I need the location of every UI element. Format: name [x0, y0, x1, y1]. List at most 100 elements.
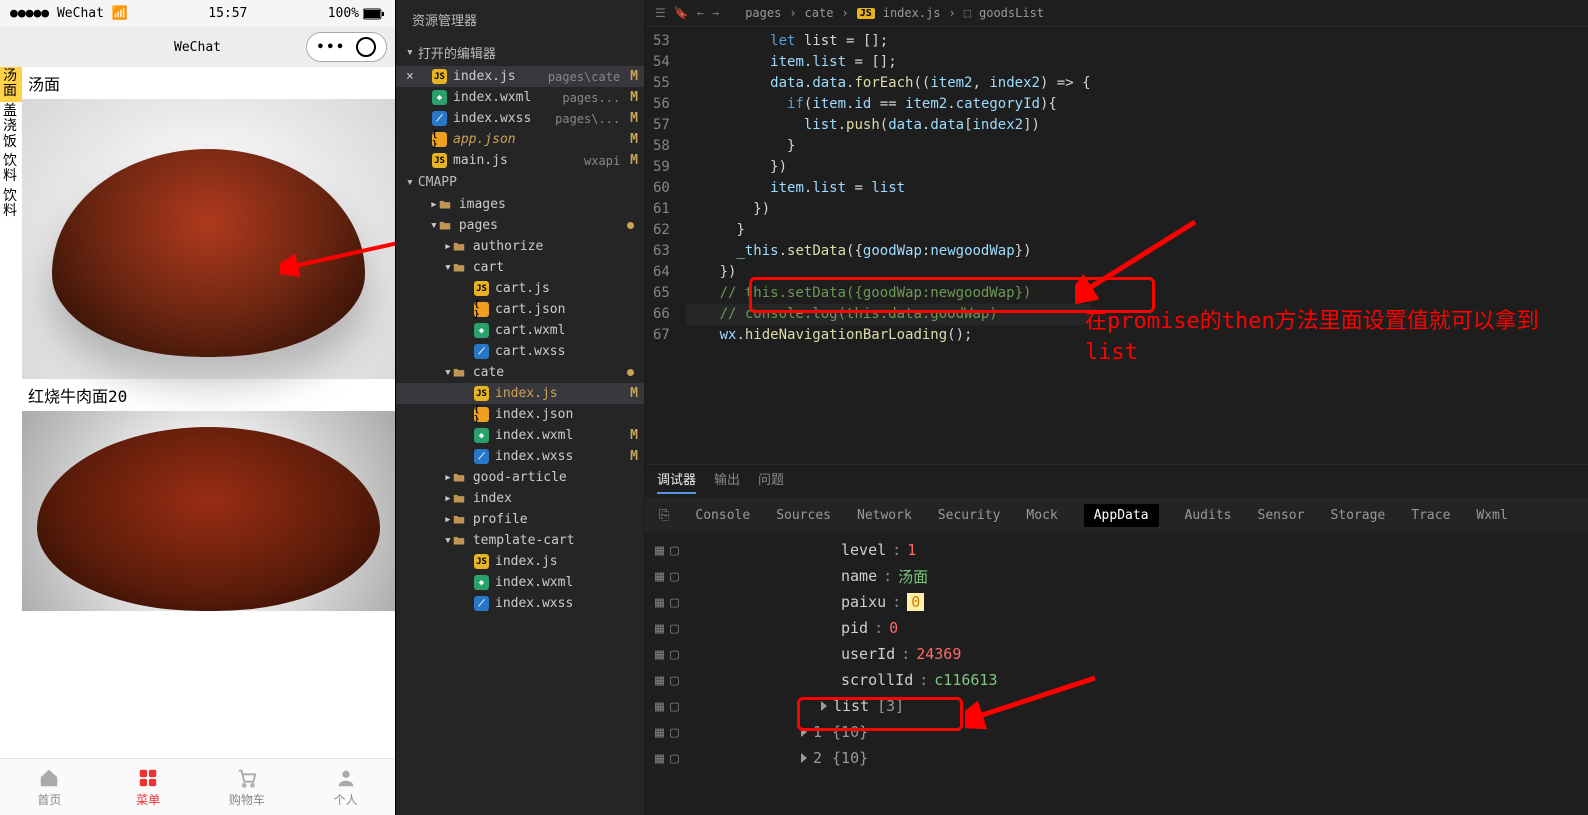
wxss-file-icon: ⟋: [474, 449, 489, 464]
box-icon[interactable]: ▢: [670, 541, 679, 559]
open-editor-item[interactable]: JSmain.js wxapi M: [396, 150, 644, 171]
grid-icon[interactable]: ▦: [655, 567, 664, 585]
appdata-row[interactable]: ▦▢ userId: 24369: [655, 641, 1578, 667]
folder-icon: [452, 533, 467, 548]
file-path: pages\...: [555, 112, 624, 126]
file-item[interactable]: ◆index.wxml: [396, 572, 644, 593]
folder-item[interactable]: ▾ template-cart: [396, 530, 644, 551]
back-icon[interactable]: ←: [697, 6, 704, 20]
file-item[interactable]: JSindex.js M: [396, 383, 644, 404]
appdata-row[interactable]: ▦▢ level: 1: [655, 537, 1578, 563]
open-editors-header[interactable]: ▾打开的编辑器: [396, 39, 644, 66]
tab-menu[interactable]: 菜单: [99, 759, 198, 815]
tab-storage[interactable]: Storage: [1330, 508, 1385, 523]
file-item[interactable]: ⟋index.wxss: [396, 593, 644, 614]
file-label: app.json: [453, 132, 516, 147]
devtools-tabs[interactable]: ⎘ Console Sources Network Security Mock …: [645, 498, 1588, 533]
box-icon[interactable]: ▢: [670, 671, 679, 689]
tab-console[interactable]: Console: [695, 508, 750, 523]
food-list[interactable]: 汤面 红烧牛肉面20: [22, 67, 395, 758]
tab-home[interactable]: 首页: [0, 759, 99, 815]
appdata-subrow[interactable]: ▦▢ 2 {10}: [655, 745, 1578, 771]
file-label: index.wxml: [495, 575, 573, 590]
file-item[interactable]: { }cart.json: [396, 299, 644, 320]
folder-icon: [452, 491, 467, 506]
tab-sensor[interactable]: Sensor: [1258, 508, 1305, 523]
tab-problems[interactable]: 问题: [758, 469, 784, 494]
appdata-row[interactable]: ▦▢ pid: 0: [655, 615, 1578, 641]
chevron-icon: ▾: [444, 533, 452, 548]
file-item[interactable]: ◆cart.wxml: [396, 320, 644, 341]
devtools-toggle-icon[interactable]: ⎘: [659, 508, 669, 523]
tab-profile[interactable]: 个人: [296, 759, 395, 815]
tab-security[interactable]: Security: [938, 508, 1001, 523]
folder-label: authorize: [473, 239, 543, 254]
box-icon[interactable]: ▢: [670, 567, 679, 585]
forward-icon[interactable]: →: [712, 6, 719, 20]
folder-item[interactable]: ▸ good-article: [396, 467, 644, 488]
line-gutter: 535455565758596061626364656667: [645, 27, 686, 464]
open-editor-item[interactable]: ⟋index.wxss pages\... M: [396, 108, 644, 129]
file-item[interactable]: JScart.js: [396, 278, 644, 299]
file-item[interactable]: ◆index.wxml M: [396, 425, 644, 446]
file-item[interactable]: JSindex.js: [396, 551, 644, 572]
folder-item[interactable]: ▾ cate: [396, 362, 644, 383]
tab-mock[interactable]: Mock: [1026, 508, 1057, 523]
file-item[interactable]: { }index.json: [396, 404, 644, 425]
tab-appdata[interactable]: AppData: [1084, 504, 1159, 527]
grid-icon[interactable]: ▦: [655, 671, 664, 689]
tab-output[interactable]: 输出: [714, 469, 740, 494]
tab-trace[interactable]: Trace: [1411, 508, 1450, 523]
code-editor[interactable]: 535455565758596061626364656667 let list …: [645, 27, 1588, 464]
appdata-row[interactable]: ▦▢ name: 汤面: [655, 563, 1578, 589]
js-file-icon: JS: [474, 281, 489, 296]
folder-item[interactable]: ▸ images: [396, 194, 644, 215]
category-selected[interactable]: 汤面: [0, 67, 22, 102]
open-editor-item[interactable]: × JSindex.js pages\cate M: [396, 66, 644, 87]
folder-item[interactable]: ▸ index: [396, 488, 644, 509]
grid-icon[interactable]: ▦: [655, 619, 664, 637]
appdata-row[interactable]: ▦▢ paixu: 0: [655, 589, 1578, 615]
folder-item[interactable]: ▸ authorize: [396, 236, 644, 257]
capsule-button[interactable]: •••: [306, 32, 387, 62]
tab-wxml[interactable]: Wxml: [1476, 508, 1507, 523]
tab-sources[interactable]: Sources: [776, 508, 831, 523]
file-item[interactable]: ⟋cart.wxss: [396, 341, 644, 362]
wxml-file-icon: ◆: [432, 90, 447, 105]
appdata-tree[interactable]: ▦▢ level: 1 ▦▢ name: 汤面 ▦▢ paixu: 0 ▦▢ p…: [645, 533, 1588, 815]
box-icon[interactable]: ▢: [670, 645, 679, 663]
appdata-row[interactable]: ▦▢ scrollId: c116613: [655, 667, 1578, 693]
chevron-icon: ▸: [430, 197, 438, 212]
category-item[interactable]: 盖浇饭: [0, 102, 22, 152]
tab-debugger[interactable]: 调试器: [657, 469, 696, 494]
settings-icon[interactable]: ☰: [655, 6, 666, 20]
file-item[interactable]: ⟋index.wxss M: [396, 446, 644, 467]
box-icon[interactable]: ▢: [670, 619, 679, 637]
category-item[interactable]: 饮料: [0, 187, 22, 222]
category-item[interactable]: 饮料: [0, 152, 22, 187]
tab-cart[interactable]: 购物车: [198, 759, 297, 815]
js-file-icon: JS: [474, 554, 489, 569]
grid-icon[interactable]: ▦: [655, 541, 664, 559]
breadcrumb[interactable]: ☰ 🔖 ← → pages› cate› JS index.js› ⬚goods…: [645, 0, 1588, 27]
grid-icon[interactable]: ▦: [655, 645, 664, 663]
close-icon[interactable]: ×: [406, 69, 414, 84]
open-editor-item[interactable]: { }app.json M: [396, 129, 644, 150]
category-sidebar[interactable]: 汤面 盖浇饭 饮料 饮料: [0, 67, 22, 758]
debugger-tabs[interactable]: 调试器 输出 问题: [645, 465, 1588, 498]
tab-network[interactable]: Network: [857, 508, 912, 523]
folder-item[interactable]: ▾ pages: [396, 215, 644, 236]
folder-item[interactable]: ▾ cart: [396, 257, 644, 278]
open-editor-item[interactable]: ◆index.wxml pages... M: [396, 87, 644, 108]
phone-tabbar: 首页 菜单 购物车 个人: [0, 758, 395, 815]
tab-audits[interactable]: Audits: [1185, 508, 1232, 523]
folder-item[interactable]: ▸ profile: [396, 509, 644, 530]
folder-label: index: [473, 491, 512, 506]
folder-icon: [438, 218, 453, 233]
grid-icon[interactable]: ▦: [655, 593, 664, 611]
box-icon[interactable]: ▢: [670, 593, 679, 611]
appdata-list-row[interactable]: ▦▢ list [3]: [655, 693, 1578, 719]
bookmark-icon[interactable]: 🔖: [674, 6, 689, 20]
project-header[interactable]: ▾CMAPP: [396, 171, 644, 194]
appdata-subrow[interactable]: ▦▢ 1 {10}: [655, 719, 1578, 745]
